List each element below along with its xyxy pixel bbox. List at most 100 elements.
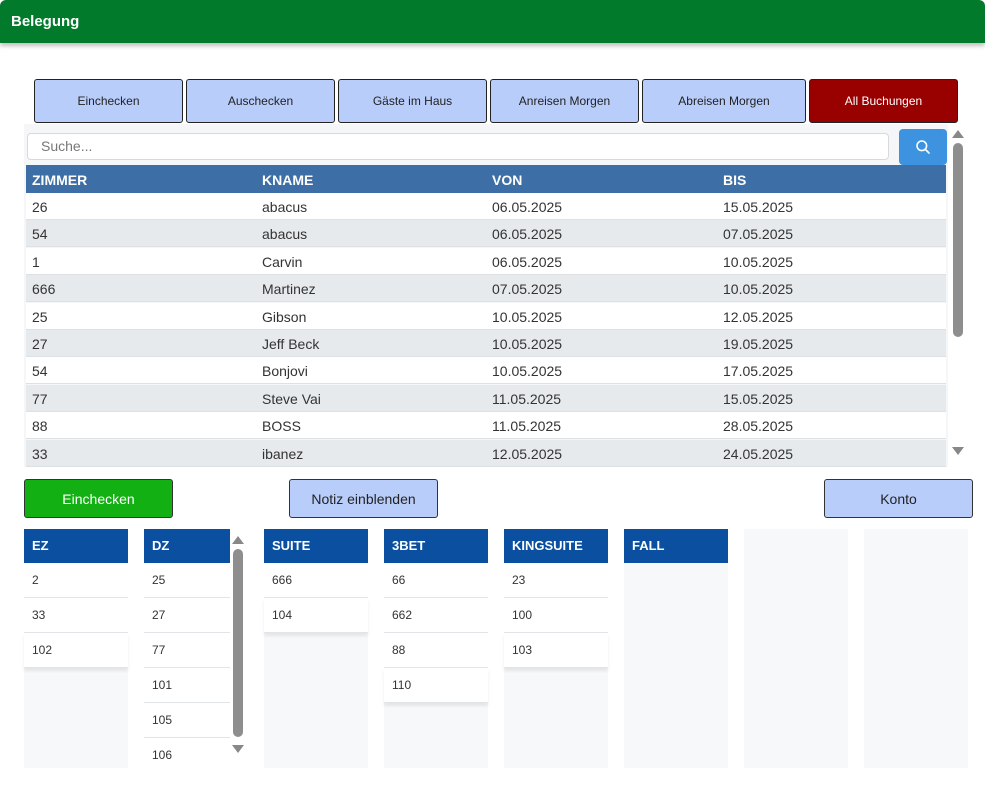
tab-anreisen-morgen[interactable]: Anreisen Morgen <box>490 79 639 123</box>
tab-einchecken[interactable]: Einchecken <box>34 79 183 123</box>
search-icon <box>916 140 930 154</box>
room-item[interactable]: 101 <box>144 668 230 703</box>
title-bar: Belegung <box>0 0 985 43</box>
table-row[interactable]: 88 BOSS 11.05.2025 28.05.2025 <box>26 412 946 440</box>
category-header: KINGSUITE <box>504 529 608 563</box>
account-button[interactable]: Konto <box>824 479 973 518</box>
cell-zimmer: 54 <box>32 363 48 380</box>
room-item[interactable]: 666 <box>264 563 368 598</box>
scrollbar-thumb[interactable] <box>233 549 243 737</box>
room-item[interactable]: 100 <box>504 598 608 633</box>
cell-bis: 10.05.2025 <box>723 253 794 270</box>
tab-abreisen-morgen[interactable]: Abreisen Morgen <box>642 79 806 123</box>
cell-kname: abacus <box>262 226 308 243</box>
table-row[interactable]: 26 abacus 06.05.2025 15.05.2025 <box>26 193 946 220</box>
table-row[interactable]: 77 Steve Vai 11.05.2025 15.05.2025 <box>26 384 946 412</box>
cell-bis: 15.05.2025 <box>723 199 794 215</box>
column-header-zimmer[interactable]: ZIMMER <box>32 172 87 188</box>
cell-kname: Bonjovi <box>262 363 308 380</box>
room-item[interactable]: 106 <box>144 738 230 768</box>
cell-kname: Jeff Beck <box>262 336 320 352</box>
table-row[interactable]: 33 ibanez 12.05.2025 24.05.2025 <box>26 439 946 467</box>
table-row[interactable]: 27 Jeff Beck 10.05.2025 19.05.2025 <box>26 330 946 357</box>
category-header: EZ <box>24 529 128 563</box>
room-item[interactable]: 662 <box>384 598 488 633</box>
app-window: Belegung Einchecken Auschecken Gäste im … <box>0 0 985 792</box>
room-item[interactable]: 102 <box>24 633 128 668</box>
cell-kname: abacus <box>262 199 308 215</box>
room-item[interactable]: 88 <box>384 633 488 668</box>
scrollbar-thumb[interactable] <box>953 143 963 337</box>
cell-von: 06.05.2025 <box>492 226 563 243</box>
cell-bis: 12.05.2025 <box>723 308 794 325</box>
cell-kname: Gibson <box>262 308 307 325</box>
category-column-kingsuite: KINGSUITE 23 100 103 <box>504 529 608 768</box>
cell-zimmer: 88 <box>32 418 48 435</box>
search-input[interactable]: Suche... <box>27 133 889 160</box>
cell-zimmer: 27 <box>32 336 48 352</box>
category-header: SUITE <box>264 529 368 563</box>
table-row[interactable]: 25 Gibson 10.05.2025 12.05.2025 <box>26 302 946 330</box>
column-header-kname[interactable]: KNAME <box>262 172 313 188</box>
show-notes-button[interactable]: Notiz einblenden <box>289 479 438 518</box>
table-row[interactable]: 666 Martinez 07.05.2025 10.05.2025 <box>26 275 946 303</box>
cell-bis: 15.05.2025 <box>723 390 794 407</box>
category-header: FALL <box>624 529 728 563</box>
cell-bis: 28.05.2025 <box>723 418 794 435</box>
search-button[interactable] <box>899 129 947 165</box>
table-header: ZIMMER KNAME VON BIS <box>26 165 946 193</box>
tab-gaeste-im-haus[interactable]: Gäste im Haus <box>338 79 487 123</box>
scroll-up-arrow-icon[interactable] <box>952 130 964 138</box>
table-row[interactable]: 1 Carvin 06.05.2025 10.05.2025 <box>26 247 946 275</box>
cell-von: 11.05.2025 <box>492 418 562 435</box>
room-item[interactable]: 104 <box>264 598 368 633</box>
cell-kname: Carvin <box>262 253 303 270</box>
category-column-fall: FALL <box>624 529 728 768</box>
room-item[interactable]: 33 <box>24 598 128 633</box>
cell-bis: 24.05.2025 <box>723 445 794 462</box>
category-scrollbar[interactable] <box>232 536 244 766</box>
tab-auschecken[interactable]: Auschecken <box>186 79 335 123</box>
cell-von: 07.05.2025 <box>492 281 563 298</box>
room-item[interactable]: 27 <box>144 598 230 633</box>
category-column-ez: EZ 2 33 102 <box>24 529 128 768</box>
cell-von: 06.05.2025 <box>492 253 563 270</box>
checkin-button[interactable]: Einchecken <box>24 479 173 518</box>
room-item[interactable]: 77 <box>144 633 230 668</box>
window-title: Belegung <box>11 13 80 30</box>
scroll-down-arrow-icon[interactable] <box>952 447 964 455</box>
table-row[interactable]: 54 abacus 06.05.2025 07.05.2025 <box>26 220 946 248</box>
room-item[interactable]: 110 <box>384 668 488 703</box>
cell-bis: 19.05.2025 <box>723 336 794 352</box>
cell-bis: 17.05.2025 <box>723 363 794 380</box>
scroll-down-arrow-icon[interactable] <box>232 745 244 753</box>
room-item[interactable]: 23 <box>504 563 608 598</box>
category-column-3bet: 3BET 66 662 88 110 <box>384 529 488 768</box>
cell-bis: 10.05.2025 <box>723 281 794 298</box>
category-column-dz: DZ 25 27 77 101 105 106 <box>144 529 230 768</box>
cell-zimmer: 666 <box>32 281 56 298</box>
category-header: 3BET <box>384 529 488 563</box>
tab-all-buchungen[interactable]: All Buchungen <box>809 79 958 123</box>
cell-kname: Steve Vai <box>262 390 321 407</box>
table-scrollbar[interactable] <box>952 130 964 464</box>
empty-category-column <box>744 529 848 768</box>
column-header-bis[interactable]: BIS <box>723 172 746 188</box>
column-header-von[interactable]: VON <box>492 172 522 188</box>
cell-kname: ibanez <box>262 445 304 462</box>
room-item[interactable]: 2 <box>24 563 128 598</box>
cell-kname: Martinez <box>262 281 316 298</box>
table-row[interactable]: 54 Bonjovi 10.05.2025 17.05.2025 <box>26 357 946 385</box>
room-item[interactable]: 25 <box>144 563 230 598</box>
room-item[interactable]: 66 <box>384 563 488 598</box>
cell-zimmer: 25 <box>32 308 48 325</box>
cell-bis: 07.05.2025 <box>723 226 794 243</box>
bookings-panel: Suche... ZIMMER KNAME VON BIS 26 abacus 06… <box>24 124 948 467</box>
room-item[interactable]: 105 <box>144 703 230 738</box>
category-header: DZ <box>144 529 230 563</box>
cell-zimmer: 1 <box>32 253 40 270</box>
cell-von: 10.05.2025 <box>492 308 563 325</box>
room-item[interactable]: 103 <box>504 633 608 668</box>
cell-zimmer: 77 <box>32 390 48 407</box>
scroll-up-arrow-icon[interactable] <box>232 536 244 544</box>
